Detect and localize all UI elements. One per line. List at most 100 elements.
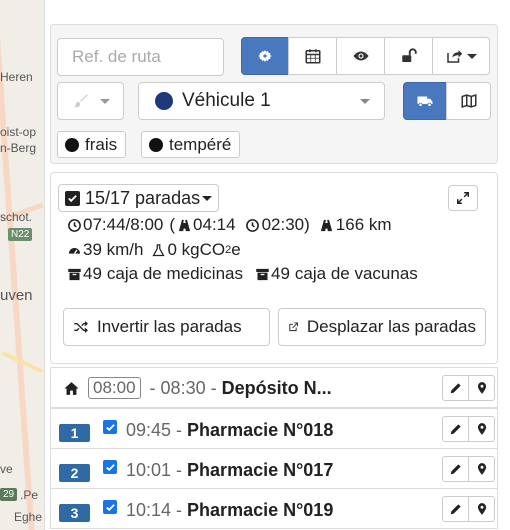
map-label: uven xyxy=(0,287,33,304)
separator: - xyxy=(149,377,156,398)
stop-checkbox[interactable] xyxy=(103,500,117,514)
route-action-group xyxy=(241,37,490,75)
route-ref-input[interactable]: Ref. de ruta xyxy=(57,38,224,76)
calendar-icon xyxy=(305,49,320,64)
map-marker-icon xyxy=(477,463,486,475)
truck-view-button[interactable] xyxy=(403,82,447,120)
paren-close: ) xyxy=(304,215,310,234)
map-label: ve xyxy=(0,462,13,476)
lock-button[interactable] xyxy=(384,37,433,75)
vehicle-select[interactable]: Véhicule 1 xyxy=(138,82,385,120)
edit-button[interactable] xyxy=(442,416,469,442)
map-view-button[interactable] xyxy=(446,82,491,120)
stop-time: 10:14 xyxy=(126,499,172,520)
locate-button[interactable] xyxy=(468,496,495,522)
map-marker-icon xyxy=(477,503,486,515)
stop-row-depot[interactable]: 08:00 - 08:30 - Depósito N... xyxy=(50,367,498,408)
settings-button[interactable] xyxy=(241,37,289,75)
vehicle-label: Véhicule 1 xyxy=(182,90,271,111)
road-icon xyxy=(175,216,193,234)
stop-row-actions xyxy=(442,456,495,482)
flask-icon xyxy=(149,241,167,259)
stop-row-content: 2 10:01 - Pharmacie N°017 xyxy=(59,458,333,482)
tag-label: frais xyxy=(85,134,118,154)
end-time: 08:30 xyxy=(160,377,206,398)
external-link-icon xyxy=(289,322,298,332)
stop-index-badge: 3 xyxy=(59,504,90,522)
truck-icon xyxy=(417,96,433,107)
home-icon xyxy=(64,381,79,395)
time-stats-line: 07:44/8:00 ( 04:14 02:30 ) 166 km xyxy=(65,215,392,235)
stop-name: Depósito N... xyxy=(221,377,332,398)
stop-name: Pharmacie N°018 xyxy=(187,419,334,440)
stop-checkbox[interactable] xyxy=(103,460,117,474)
expand-button[interactable] xyxy=(448,185,478,211)
brush-icon xyxy=(74,94,88,108)
expand-icon xyxy=(457,192,469,204)
stops-dropdown[interactable]: 15/17 paradas xyxy=(58,184,220,212)
quantity-medicines: 49 xyxy=(83,264,102,283)
wait-time: 02:30 xyxy=(261,215,305,234)
tag-chip[interactable]: frais xyxy=(57,131,127,158)
invert-stops-button[interactable]: Invertir las paradas xyxy=(63,308,270,346)
separator: - xyxy=(176,459,183,480)
distance: 166 km xyxy=(335,215,392,234)
unit-vaccines: caja de vacunas xyxy=(294,264,418,283)
stop-row[interactable]: 1 09:45 - Pharmacie N°018 xyxy=(50,408,498,449)
start-time-box: 08:00 xyxy=(88,377,141,399)
edit-button[interactable] xyxy=(442,375,469,401)
chevron-down-icon xyxy=(360,98,370,104)
stop-checkbox[interactable] xyxy=(103,420,117,434)
pencil-icon xyxy=(450,383,461,394)
stop-time: 09:45 xyxy=(126,419,172,440)
move-stops-label: Desplazar las paradas xyxy=(306,317,476,336)
map-label: oist-op xyxy=(0,125,37,139)
archive-icon xyxy=(65,265,83,283)
invert-stops-label: Invertir las paradas xyxy=(97,317,242,336)
pencil-icon xyxy=(450,504,461,515)
eye-icon xyxy=(353,51,368,61)
stop-row-actions xyxy=(442,416,495,442)
map-label: Heren xyxy=(0,70,33,84)
map-icon xyxy=(461,93,476,109)
locate-button[interactable] xyxy=(468,416,495,442)
clock-icon xyxy=(65,216,83,234)
edit-button[interactable] xyxy=(442,456,469,482)
color-picker-button[interactable] xyxy=(57,82,124,120)
share-dropdown-button[interactable] xyxy=(432,37,490,75)
share-icon xyxy=(447,50,463,63)
drive-time: 04:14 xyxy=(193,215,236,234)
tag-color-dot xyxy=(149,137,163,152)
chevron-down-icon xyxy=(100,98,110,104)
separator: - xyxy=(176,419,183,440)
map-marker-icon xyxy=(477,382,486,394)
stop-row[interactable]: 3 10:14 - Pharmacie N°019 xyxy=(50,488,498,529)
map-label: schot. xyxy=(0,210,33,224)
map-road-badge: N22 xyxy=(8,228,33,241)
stop-row[interactable]: 2 10:01 - Pharmacie N°017 xyxy=(50,448,498,489)
co2-suffix: e xyxy=(231,240,241,259)
stop-row-content: 3 10:14 - Pharmacie N°019 xyxy=(59,498,333,522)
calendar-button[interactable] xyxy=(288,37,337,75)
stop-index-badge: 2 xyxy=(59,464,90,482)
view-toggle-group xyxy=(403,82,491,120)
tag-color-dot xyxy=(65,137,79,152)
map-marker-icon xyxy=(477,423,486,435)
gear-icon xyxy=(258,50,272,62)
stop-row-content: 08:00 - 08:30 - Depósito N... xyxy=(59,377,332,399)
quantity-vaccines: 49 xyxy=(271,264,290,283)
move-stops-button[interactable]: Desplazar las paradas xyxy=(278,308,486,346)
edit-button[interactable] xyxy=(442,496,469,522)
tag-chip[interactable]: tempéré xyxy=(141,131,241,158)
separator: - xyxy=(210,377,217,398)
locate-button[interactable] xyxy=(468,456,495,482)
unlock-icon xyxy=(401,48,417,62)
unit-medicines: caja de medicinas xyxy=(106,264,243,283)
locate-button[interactable] xyxy=(468,375,495,401)
map-label: .Pe xyxy=(20,488,39,502)
map-view[interactable]: Heren oist-op n-Berg schot. N22 uven ve … xyxy=(0,0,44,530)
visibility-button[interactable] xyxy=(336,37,385,75)
stops-count: 15/17 paradas xyxy=(85,187,201,208)
shuffle-icon xyxy=(74,321,88,333)
speed-co2-line: 39 km/h 0 kgCO 2 e xyxy=(65,240,241,260)
